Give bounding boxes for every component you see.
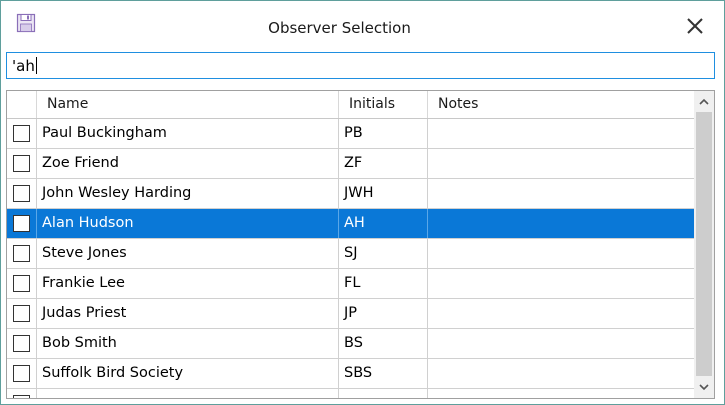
cell-initials: JWH (339, 179, 428, 208)
row-checkbox[interactable] (13, 335, 30, 352)
row-checkbox[interactable] (13, 395, 30, 398)
row-checkbox-cell (7, 239, 37, 268)
cell-name: Bob Smith (37, 329, 339, 358)
row-checkbox-cell (7, 329, 37, 358)
row-checkbox[interactable] (13, 245, 30, 262)
row-checkbox[interactable] (13, 155, 30, 172)
cell-name: Suffolk Bird Society (37, 359, 339, 388)
cell-initials: SBS (339, 359, 428, 388)
cell-initials: ZF (339, 149, 428, 178)
cell-notes (428, 329, 694, 358)
row-checkbox-cell (7, 389, 37, 398)
cell-initials: SJ (339, 239, 428, 268)
table-row[interactable] (7, 389, 694, 398)
row-checkbox-cell (7, 269, 37, 298)
row-checkbox[interactable] (13, 275, 30, 292)
row-checkbox[interactable] (13, 185, 30, 202)
close-button[interactable] (678, 10, 712, 42)
cell-notes (428, 179, 694, 208)
table-row[interactable]: Frankie Lee FL (7, 269, 694, 299)
row-checkbox-cell (7, 359, 37, 388)
header-initials[interactable]: Initials (339, 91, 428, 118)
close-icon (678, 18, 712, 46)
cell-initials: FL (339, 269, 428, 298)
cell-name (37, 389, 339, 398)
cell-notes (428, 389, 694, 398)
row-checkbox-cell (7, 299, 37, 328)
scrollbar-thumb[interactable] (696, 112, 712, 376)
scroll-up-button[interactable] (694, 93, 714, 111)
cell-notes (428, 299, 694, 328)
cell-initials: BS (339, 329, 428, 358)
table-row[interactable]: Zoe Friend ZF (7, 149, 694, 179)
cell-initials: AH (339, 209, 428, 238)
cell-initials: JP (339, 299, 428, 328)
table-row[interactable]: Judas Priest JP (7, 299, 694, 329)
cell-initials: PB (339, 119, 428, 148)
cell-notes (428, 149, 694, 178)
row-checkbox[interactable] (13, 125, 30, 142)
cell-name: Zoe Friend (37, 149, 339, 178)
table-header: Name Initials Notes (7, 91, 694, 119)
table-viewport: Name Initials Notes Paul Buckingham PB Zoe… (7, 91, 694, 398)
observer-selection-dialog: Observer Selection 'ah Name Initials Not… (0, 0, 725, 405)
cell-notes (428, 119, 694, 148)
row-checkbox-cell (7, 209, 37, 238)
row-checkbox-cell (7, 179, 37, 208)
header-notes[interactable]: Notes (428, 91, 694, 118)
row-checkbox[interactable] (13, 305, 30, 322)
window-title: Observer Selection (268, 19, 411, 37)
row-checkbox[interactable] (13, 365, 30, 382)
vertical-scrollbar[interactable] (694, 91, 714, 398)
cell-notes (428, 239, 694, 268)
row-checkbox-cell (7, 149, 37, 178)
observer-table: Name Initials Notes Paul Buckingham PB Zoe… (6, 90, 715, 399)
table-row[interactable]: Steve Jones SJ (7, 239, 694, 269)
cell-initials (339, 389, 428, 398)
header-name[interactable]: Name (37, 91, 339, 118)
cell-name: John Wesley Harding (37, 179, 339, 208)
cell-name: Frankie Lee (37, 269, 339, 298)
cell-name: Paul Buckingham (37, 119, 339, 148)
cell-name: Judas Priest (37, 299, 339, 328)
title-bar: Observer Selection (1, 1, 724, 49)
table-row[interactable]: John Wesley Harding JWH (7, 179, 694, 209)
chevron-down-icon (694, 381, 714, 398)
text-caret (35, 57, 37, 74)
cell-notes (428, 209, 694, 238)
row-checkbox[interactable] (13, 215, 30, 232)
cell-notes (428, 359, 694, 388)
table-row[interactable]: Paul Buckingham PB (7, 119, 694, 149)
table-row[interactable]: Suffolk Bird Society SBS (7, 359, 694, 389)
cell-notes (428, 269, 694, 298)
search-input-value: 'ah (12, 57, 37, 75)
table-row[interactable]: Alan Hudson AH (7, 209, 694, 239)
cell-name: Steve Jones (37, 239, 339, 268)
table-row[interactable]: Bob Smith BS (7, 329, 694, 359)
row-checkbox-cell (7, 119, 37, 148)
search-input[interactable]: 'ah (6, 52, 715, 79)
header-select-column[interactable] (7, 91, 37, 118)
scroll-down-button[interactable] (694, 378, 714, 396)
cell-name: Alan Hudson (37, 209, 339, 238)
